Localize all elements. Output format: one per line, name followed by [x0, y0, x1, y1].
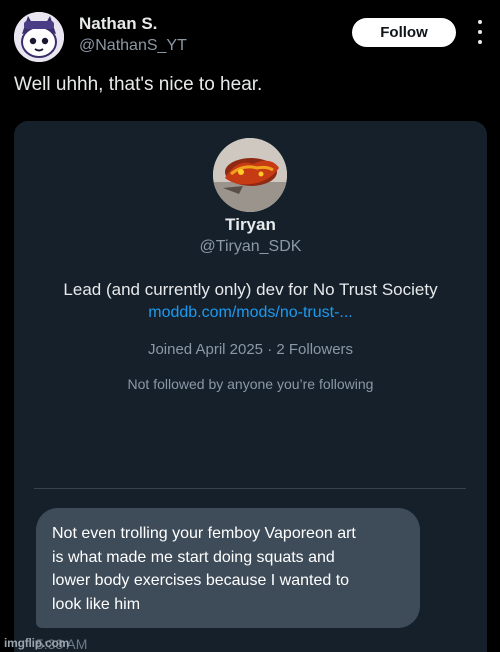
character-avatar-icon [14, 12, 64, 62]
follow-button[interactable]: Follow [352, 18, 456, 47]
profile-name: Tiryan [225, 215, 276, 234]
profile-bio: Lead (and currently only) dev for No Tru… [63, 280, 438, 299]
message-bubble: Not even trolling your femboy Vaporeon a… [36, 508, 420, 628]
author-name[interactable]: Nathan S. [79, 14, 157, 34]
author-handle[interactable]: @NathanS_YT [79, 37, 187, 55]
divider [34, 488, 466, 489]
more-vertical-icon[interactable] [470, 20, 490, 44]
profile-handle: @Tiryan_SDK [199, 238, 302, 255]
post-header: Nathan S. @NathanS_YT Follow [0, 0, 500, 70]
profile-followed-by: Not followed by anyone you’re following [127, 376, 374, 392]
message-line: Not even trolling your femboy Vaporeon a… [52, 525, 356, 542]
profile-link: moddb.com/mods/no-trust-... [148, 304, 353, 321]
message-line: is what made me start doing squats and [52, 548, 335, 566]
embedded-screenshot: Tiryan @Tiryan_SDK Lead (and currently o… [14, 121, 487, 652]
red-creature-avatar-icon [213, 138, 287, 212]
imgflip-watermark: imgflip.com [4, 636, 70, 650]
message-line: lower body exercises because I wanted to [52, 572, 350, 589]
profile-avatar [213, 138, 287, 212]
post-text: Well uhhh, that's nice to hear. [14, 74, 263, 95]
profile-joined-followers: Joined April 2025 · 2 Followers [147, 341, 354, 358]
author-avatar[interactable] [14, 12, 64, 62]
message-line: look like him [52, 595, 141, 613]
